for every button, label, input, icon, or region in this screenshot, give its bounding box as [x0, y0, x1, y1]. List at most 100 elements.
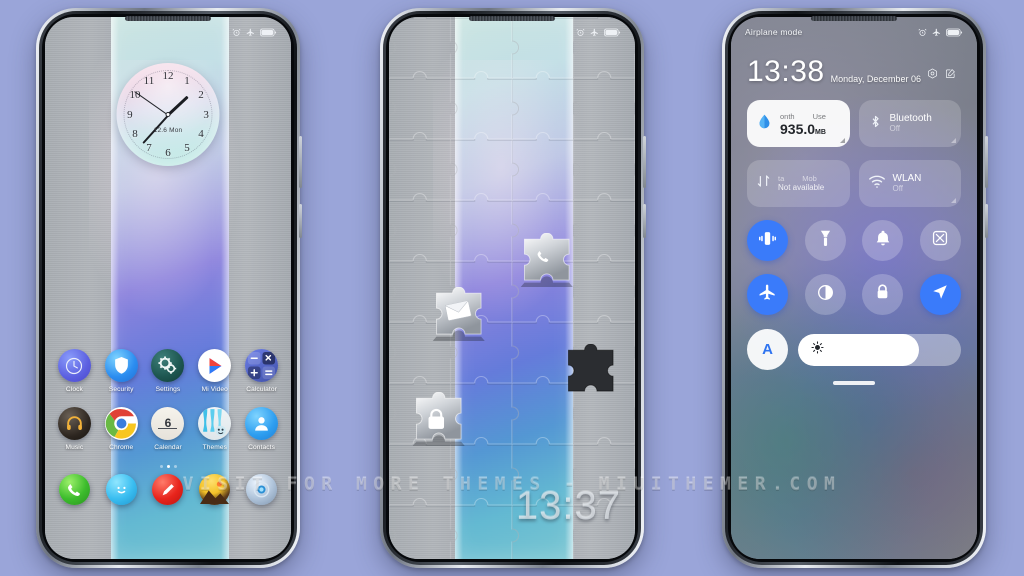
volume-button[interactable]	[985, 136, 988, 188]
control-center-panel: 13:38 Monday, December 06 onth Use 935.0…	[731, 17, 977, 559]
app-calculator[interactable]: Calculator	[240, 349, 284, 393]
messages-icon[interactable]	[105, 474, 137, 505]
dark-mode-toggle[interactable]	[804, 274, 846, 315]
airplane-icon	[590, 28, 599, 37]
mobile-data-tile[interactable]: ta Mob Not available	[747, 160, 850, 207]
puzzle-piece-mail[interactable]	[429, 287, 491, 349]
location-toggle[interactable]	[919, 274, 961, 315]
auto-brightness-button[interactable]: A	[747, 329, 788, 370]
camera-icon[interactable]	[246, 474, 278, 505]
notes-icon[interactable]	[152, 474, 184, 505]
vibrate-icon	[758, 229, 777, 253]
app-label: Themes	[202, 444, 227, 451]
flashlight-icon	[817, 229, 834, 253]
data-arrows-icon	[756, 173, 771, 194]
sun-icon	[811, 340, 824, 359]
lock-toggle[interactable]	[862, 274, 904, 315]
screenshot-toggle[interactable]	[919, 220, 961, 261]
alarm-icon	[576, 28, 585, 37]
battery-icon	[946, 28, 963, 37]
ringer-toggle[interactable]	[862, 220, 904, 261]
wifi-icon	[868, 174, 886, 194]
page-dot[interactable]	[159, 465, 163, 468]
app-contacts[interactable]: Contacts	[240, 407, 284, 451]
app-label: Contacts	[248, 444, 275, 451]
contrast-icon	[816, 283, 835, 307]
phone1-screen: 12 1 2 3 4 5 6 7 8 9 10 11 12.6 Mon Cloc…	[45, 17, 291, 559]
clock-numeral: 9	[127, 108, 133, 121]
volume-button[interactable]	[643, 136, 646, 188]
app-chrome[interactable]: Chrome	[99, 407, 143, 451]
phone-icon[interactable]	[58, 474, 90, 505]
clock-numeral: 12	[162, 70, 174, 83]
app-themes[interactable]: Themes	[193, 407, 237, 451]
airplane-icon	[246, 28, 255, 37]
data-usage-tile[interactable]: onth Use 935.0MB	[747, 100, 850, 147]
app-label: Mi Video	[201, 386, 228, 393]
airplane-icon	[932, 28, 941, 37]
status-bar	[45, 17, 291, 47]
battery-icon	[260, 28, 277, 37]
home-indicator[interactable]	[833, 381, 875, 385]
app-clock[interactable]: Clock	[52, 349, 96, 393]
vibrate-toggle[interactable]	[747, 220, 788, 261]
app-grid: Clock Security Settings Mi Video Calcula…	[45, 349, 291, 505]
mobile-data-right-label: Mob	[802, 174, 817, 184]
toggle-row-2	[747, 274, 961, 315]
app-label: Calendar	[154, 444, 182, 451]
puzzle-grid-icon	[389, 17, 635, 559]
brightness-row: A	[747, 329, 961, 370]
puzzle-piece-lock[interactable]	[409, 392, 471, 454]
page-indicator[interactable]	[45, 465, 291, 468]
power-button[interactable]	[299, 204, 302, 238]
volume-button[interactable]	[299, 136, 302, 188]
cc-date: Monday, December 06	[830, 74, 921, 84]
gallery-icon[interactable]	[199, 474, 231, 505]
expand-corner-icon[interactable]	[951, 198, 956, 203]
alarm-icon	[232, 28, 241, 37]
bluetooth-title: Bluetooth	[889, 113, 932, 125]
page-dot-active[interactable]	[166, 465, 170, 468]
app-security[interactable]: Security	[99, 349, 143, 393]
edit-icon[interactable]	[945, 66, 956, 84]
power-button[interactable]	[985, 204, 988, 238]
settings-circle-icon[interactable]	[927, 66, 938, 84]
alarm-icon	[918, 28, 927, 37]
dock	[45, 474, 291, 505]
app-music[interactable]: Music	[52, 407, 96, 451]
flashlight-toggle[interactable]	[804, 220, 846, 261]
brightness-slider[interactable]	[798, 333, 961, 366]
app-calendar[interactable]: 6 Calendar	[146, 407, 190, 451]
app-mi-video[interactable]: Mi Video	[193, 349, 237, 393]
screenshot-stage: 12 1 2 3 4 5 6 7 8 9 10 11 12.6 Mon Cloc…	[0, 0, 1024, 576]
location-icon	[931, 283, 949, 306]
wlan-texts: WLAN Off	[893, 173, 922, 194]
wlan-tile[interactable]: WLAN Off	[858, 160, 961, 207]
phone2-screen: 13:37	[389, 17, 635, 559]
power-button[interactable]	[643, 204, 646, 238]
themes-icon	[198, 407, 232, 440]
data-usage-month-label: onth	[780, 111, 795, 121]
bluetooth-tile[interactable]: Bluetooth Off	[858, 100, 961, 147]
app-row-1: Clock Security Settings Mi Video Calcula…	[45, 349, 291, 393]
app-settings[interactable]: Settings	[146, 349, 190, 393]
gear-icon	[151, 349, 185, 382]
clock-widget[interactable]: 12 1 2 3 4 5 6 7 8 9 10 11 12.6 Mon	[116, 63, 220, 166]
mobile-data-status: Not available	[778, 183, 825, 193]
phone3-screen: Airplane mode 13:38 Monday, December 06 …	[731, 17, 977, 559]
status-bar-left-text: Airplane mode	[745, 27, 803, 37]
bluetooth-texts: Bluetooth Off	[890, 113, 932, 134]
data-usage-unit: MB	[815, 128, 826, 136]
puzzle-piece-phone[interactable]	[517, 233, 579, 295]
clock-numeral: 1	[184, 75, 190, 88]
page-dot[interactable]	[173, 465, 177, 468]
expand-corner-icon[interactable]	[839, 138, 845, 143]
mobile-data-header: ta Mob	[778, 174, 824, 183]
contacts-icon	[245, 407, 279, 440]
status-bar-icons	[232, 28, 277, 37]
puzzle-empty-slot[interactable]	[561, 344, 623, 406]
expand-corner-icon[interactable]	[951, 138, 956, 143]
airplane-toggle[interactable]	[747, 274, 788, 315]
mobile-data-texts: ta Mob Not available	[778, 174, 824, 193]
airplane-icon	[758, 283, 777, 307]
